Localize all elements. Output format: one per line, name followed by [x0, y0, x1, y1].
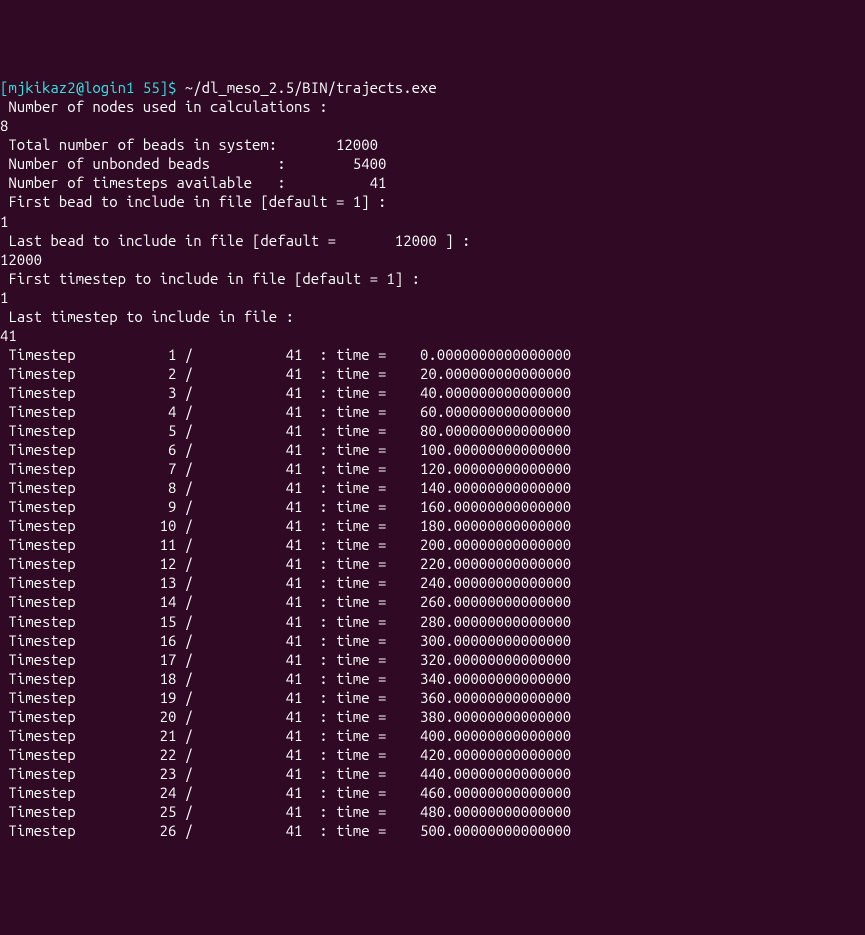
- timestep-row: Timestep 13 / 41 : time = 240.0000000000…: [0, 573, 865, 592]
- timestep-row: Timestep 8 / 41 : time = 140.00000000000…: [0, 478, 865, 497]
- timestep-row: Timestep 26 / 41 : time = 500.0000000000…: [0, 821, 865, 840]
- timestep-row: Timestep 14 / 41 : time = 260.0000000000…: [0, 592, 865, 611]
- timestep-row: Timestep 5 / 41 : time = 80.000000000000…: [0, 421, 865, 440]
- timestep-row: Timestep 7 / 41 : time = 120.00000000000…: [0, 459, 865, 478]
- timestep-row: Timestep 1 / 41 : time = 0.0000000000000…: [0, 345, 865, 364]
- output-timesteps-avail: Number of timesteps available : 41: [0, 173, 865, 192]
- timestep-row: Timestep 2 / 41 : time = 20.000000000000…: [0, 364, 865, 383]
- output-last-ts-prompt: Last timestep to include in file :: [0, 307, 865, 326]
- output-first-bead-value: 1: [0, 212, 865, 231]
- timestep-row: Timestep 9 / 41 : time = 160.00000000000…: [0, 497, 865, 516]
- prompt-command: ~/dl_meso_2.5/BIN/trajects.exe: [176, 79, 436, 96]
- output-last-bead-prompt: Last bead to include in file [default = …: [0, 231, 865, 250]
- terminal-output[interactable]: [mjkikaz2@login1 55]$ ~/dl_meso_2.5/BIN/…: [0, 78, 865, 840]
- output-first-bead-prompt: First bead to include in file [default =…: [0, 192, 865, 211]
- timestep-row: Timestep 6 / 41 : time = 100.00000000000…: [0, 440, 865, 459]
- output-first-ts-prompt: First timestep to include in file [defau…: [0, 269, 865, 288]
- output-total-beads: Total number of beads in system: 12000: [0, 135, 865, 154]
- timestep-row: Timestep 12 / 41 : time = 220.0000000000…: [0, 554, 865, 573]
- timestep-row: Timestep 24 / 41 : time = 460.0000000000…: [0, 783, 865, 802]
- output-unbonded-beads: Number of unbonded beads : 5400: [0, 154, 865, 173]
- command-line: [mjkikaz2@login1 55]$ ~/dl_meso_2.5/BIN/…: [0, 78, 865, 97]
- timestep-row: Timestep 18 / 41 : time = 340.0000000000…: [0, 669, 865, 688]
- timestep-row: Timestep 10 / 41 : time = 180.0000000000…: [0, 516, 865, 535]
- timestep-row: Timestep 20 / 41 : time = 380.0000000000…: [0, 707, 865, 726]
- output-last-bead-value: 12000: [0, 250, 865, 269]
- timestep-row: Timestep 19 / 41 : time = 360.0000000000…: [0, 688, 865, 707]
- timestep-row: Timestep 15 / 41 : time = 280.0000000000…: [0, 612, 865, 631]
- timestep-row: Timestep 22 / 41 : time = 420.0000000000…: [0, 745, 865, 764]
- timestep-row: Timestep 25 / 41 : time = 480.0000000000…: [0, 802, 865, 821]
- timestep-row: Timestep 21 / 41 : time = 400.0000000000…: [0, 726, 865, 745]
- output-last-ts-value: 41: [0, 326, 865, 345]
- prompt-user-host: [mjkikaz2@login1 55]$: [0, 79, 176, 96]
- output-nodes-label: Number of nodes used in calculations :: [0, 97, 865, 116]
- timestep-row: Timestep 3 / 41 : time = 40.000000000000…: [0, 383, 865, 402]
- timestep-row: Timestep 23 / 41 : time = 440.0000000000…: [0, 764, 865, 783]
- output-first-ts-value: 1: [0, 288, 865, 307]
- timestep-row: Timestep 11 / 41 : time = 200.0000000000…: [0, 535, 865, 554]
- timestep-row: Timestep 17 / 41 : time = 320.0000000000…: [0, 650, 865, 669]
- timestep-row: Timestep 16 / 41 : time = 300.0000000000…: [0, 631, 865, 650]
- output-nodes-value: 8: [0, 116, 865, 135]
- timestep-row: Timestep 4 / 41 : time = 60.000000000000…: [0, 402, 865, 421]
